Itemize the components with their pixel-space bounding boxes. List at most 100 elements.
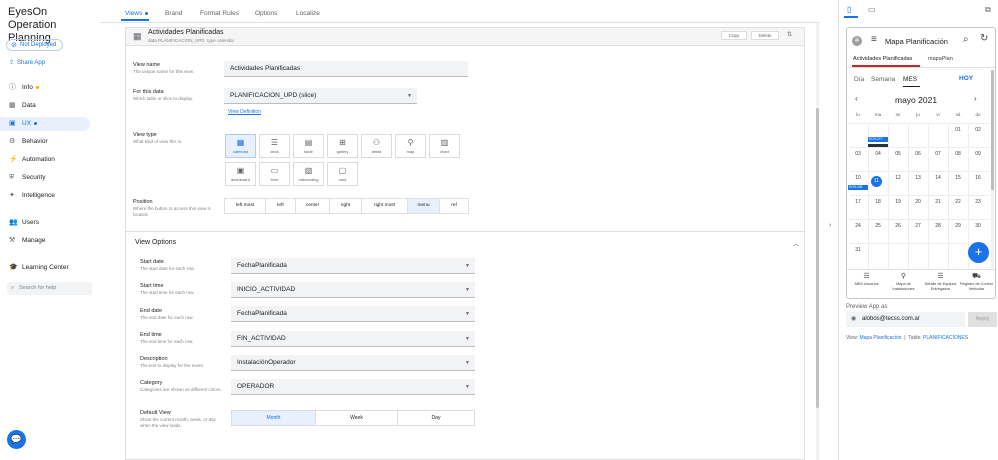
end-time-select[interactable]: FIN_ACTIVIDAD ▼	[231, 331, 475, 347]
chevron-left-icon[interactable]: ‹	[855, 94, 858, 103]
sidebar-item-intelligence[interactable]: ✦ Intelligence	[0, 189, 90, 203]
view-definition-link[interactable]: View Definition	[228, 109, 261, 115]
add-icon[interactable]: +	[968, 242, 989, 263]
position-left[interactable]: left	[265, 198, 296, 214]
tab-brand[interactable]: Brand	[165, 10, 182, 17]
view-type-dashboard[interactable]: ▣ dashboard	[225, 162, 256, 186]
calendar-day[interactable]: 18	[868, 199, 888, 205]
help-search-input[interactable]: ⌕ Search for help	[7, 282, 92, 295]
view-type-onboarding[interactable]: ▧ onboarding	[293, 162, 324, 186]
chevron-right-icon[interactable]: ›	[829, 222, 831, 229]
tab-options[interactable]: Options	[255, 10, 277, 17]
sidebar-item-behavior[interactable]: ⚙ Behavior	[0, 135, 90, 149]
start-date-select[interactable]: FechaPlanificada ▼	[231, 258, 475, 274]
position-right-most[interactable]: right most	[361, 198, 408, 214]
refresh-icon[interactable]: ↻	[980, 33, 988, 44]
calendar-day[interactable]: 27	[908, 223, 928, 229]
cal-mode-week[interactable]: Semana	[871, 76, 895, 83]
cal-mode-month[interactable]: MES	[903, 76, 917, 83]
calendar-day[interactable]: 26	[888, 223, 908, 229]
calendar-day[interactable]: 30	[968, 223, 988, 229]
position-right[interactable]: right	[329, 198, 362, 214]
calendar-day[interactable]: 08	[948, 151, 968, 157]
calendar-day[interactable]: 13	[908, 175, 928, 181]
calendar-day[interactable]: 21	[928, 199, 948, 205]
description-select[interactable]: InstalaciónOperador ▼	[231, 355, 475, 371]
view-type-deck[interactable]: ☰ deck	[259, 134, 290, 158]
for-this-data-select[interactable]: PLANIFICACION_UPD (slice) ▼	[224, 88, 417, 104]
sidebar-item-learning-center[interactable]: 🎓 Learning Center	[0, 261, 90, 275]
calendar-day[interactable]: 06	[908, 151, 928, 157]
preview-tab-actividades[interactable]: Actividades Planificadas	[853, 56, 912, 62]
sidebar-item-manage[interactable]: ⚒ Manage	[0, 234, 90, 248]
sidebar-item-ux[interactable]: ▣ UX	[0, 117, 90, 131]
calendar-day[interactable]: 01	[948, 127, 968, 133]
calendar-day[interactable]: 03	[848, 151, 868, 157]
share-app-button[interactable]: ⇪ Share App	[9, 59, 45, 66]
nav-item-registro-control[interactable]: ⛟ Registro de Control Vehicular	[958, 272, 995, 291]
view-type-calendar[interactable]: ▦ calendar	[225, 134, 256, 158]
calendar-day[interactable]: 05	[888, 151, 908, 157]
cal-mode-day[interactable]: Día	[854, 76, 864, 83]
preview-scrollbar-thumb[interactable]	[991, 70, 994, 190]
calendar-day[interactable]: 15	[948, 175, 968, 181]
copy-button[interactable]: Copy	[721, 31, 747, 40]
open-external-icon[interactable]: ⧉	[985, 5, 991, 15]
view-name-input[interactable]: Actividades Planificadas	[224, 61, 468, 77]
delete-button[interactable]: Delete	[751, 31, 779, 40]
today-button[interactable]: HOY	[959, 75, 973, 82]
calendar-day[interactable]: 23	[968, 199, 988, 205]
default-view-day[interactable]: Day	[397, 410, 475, 426]
position-ref[interactable]: ref	[439, 198, 469, 214]
calendar-day[interactable]: 22	[948, 199, 968, 205]
calendar-day[interactable]: 29	[948, 223, 968, 229]
view-info-link[interactable]: Mapa Planificación	[860, 335, 902, 341]
sidebar-item-data[interactable]: ▦ Data	[0, 99, 90, 113]
calendar-day[interactable]: 31	[848, 247, 868, 253]
default-view-week[interactable]: Week	[315, 410, 398, 426]
nav-item-abm-usuarios[interactable]: ☰ ABM Usuarios	[848, 272, 885, 287]
sidebar-item-automation[interactable]: ⚡ Automation	[0, 153, 90, 167]
sidebar-item-users[interactable]: 👥 Users	[0, 216, 90, 230]
calendar-event[interactable]: EOH-277	[868, 137, 888, 142]
calendar-day[interactable]: 25	[868, 223, 888, 229]
default-view-month[interactable]: Month	[231, 410, 316, 426]
start-time-select[interactable]: INICIO_ACTIVIDAD ▼	[231, 282, 475, 298]
sidebar-item-info[interactable]: ⓘ Info	[0, 81, 90, 95]
hamburger-menu-icon[interactable]: ≡	[871, 34, 877, 45]
collapse-chevron-icon[interactable]: ︿	[793, 239, 799, 248]
nav-item-detalle-equipos[interactable]: ☰ Detalle de Equipos Entregados	[922, 272, 959, 291]
end-date-select[interactable]: FechaPlanificada ▼	[231, 306, 475, 322]
tab-format-rules[interactable]: Format Rules	[200, 10, 239, 17]
chevron-right-icon[interactable]: ›	[974, 94, 977, 103]
nav-item-mapa-instalaciones[interactable]: ⚲ Mapa de Instalaciones	[885, 272, 922, 291]
calendar-day[interactable]: 10	[848, 175, 868, 181]
calendar-day[interactable]: 17	[848, 199, 868, 205]
calendar-day[interactable]: 24	[848, 223, 868, 229]
tab-localize[interactable]: Localize	[296, 10, 320, 17]
view-type-chart[interactable]: ▥ chart	[429, 134, 460, 158]
view-type-form[interactable]: ▭ form	[259, 162, 290, 186]
position-menu[interactable]: menu	[407, 198, 440, 214]
position-center[interactable]: center	[295, 198, 330, 214]
calendar-day[interactable]: 12	[888, 175, 908, 181]
calendar-day[interactable]: 07	[928, 151, 948, 157]
calendar-day[interactable]: 19	[888, 199, 908, 205]
calendar-day[interactable]: 14	[928, 175, 948, 181]
mobile-device-icon[interactable]: ▯	[847, 5, 851, 14]
view-type-detail[interactable]: ⚇ detail	[361, 134, 392, 158]
apply-button[interactable]: Apply	[968, 312, 997, 327]
view-type-card[interactable]: ▢ card	[327, 162, 358, 186]
calendar-day[interactable]: 02	[968, 127, 988, 133]
today-marker[interactable]: 11	[871, 176, 882, 187]
preview-user-input[interactable]: ◉ alobos@tecss.com.ar	[846, 312, 965, 327]
table-info-link[interactable]: PLANIFICACIONES	[923, 335, 968, 341]
tab-views[interactable]: Views	[125, 10, 149, 17]
sidebar-item-security[interactable]: ⛨ Security	[0, 171, 90, 185]
calendar-day[interactable]: 28	[928, 223, 948, 229]
reorder-icon[interactable]: ⇅	[787, 31, 792, 38]
calendar-day[interactable]: 04	[868, 151, 888, 157]
view-type-table[interactable]: ▤ table	[293, 134, 324, 158]
not-deployed-button[interactable]: ⊘ Not Deployed	[6, 39, 63, 51]
category-select[interactable]: OPERADOR ▼	[231, 379, 475, 395]
